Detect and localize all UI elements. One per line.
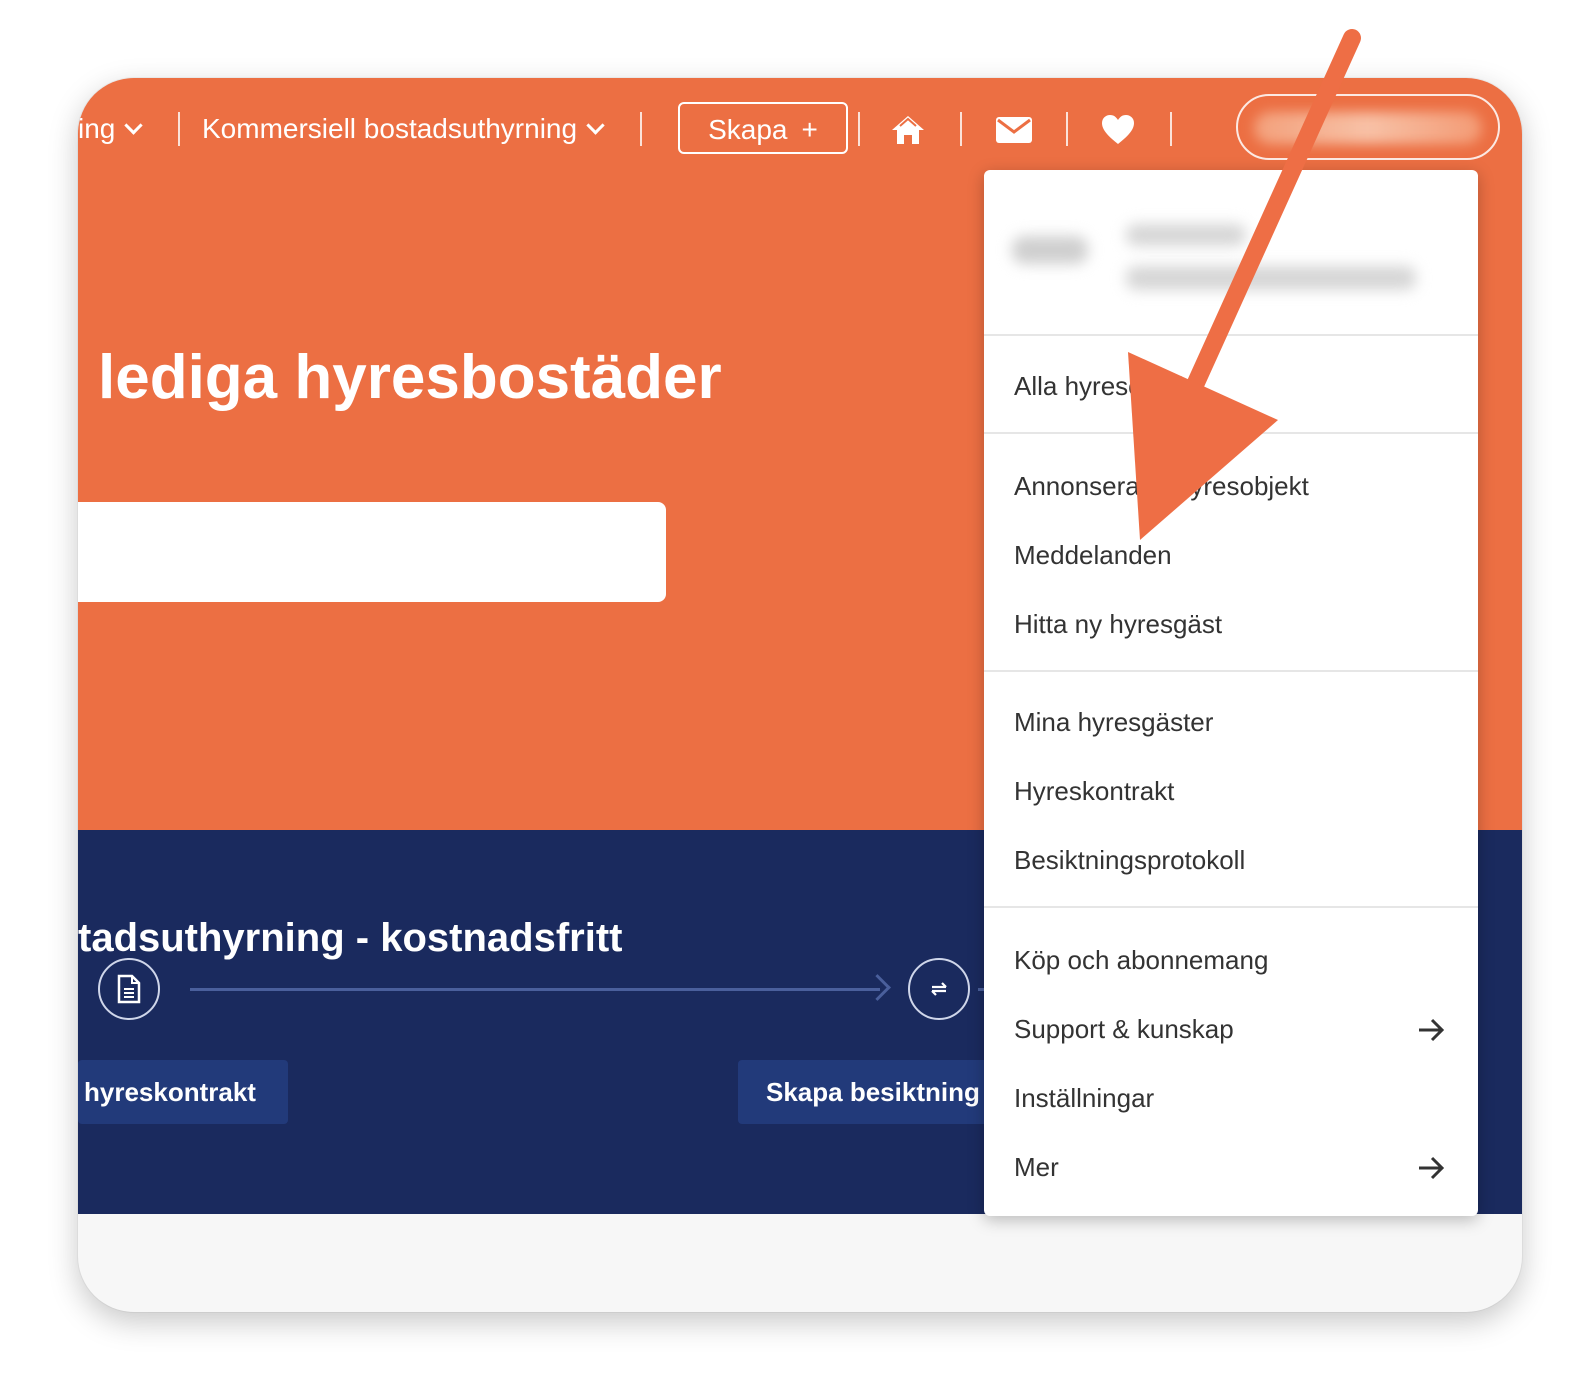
create-button-label: Skapa bbox=[708, 114, 788, 145]
nav-divider bbox=[178, 112, 180, 146]
nav-divider bbox=[1066, 112, 1068, 146]
menu-item-purchases-subscriptions[interactable]: Köp och abonnemang bbox=[984, 930, 1478, 990]
menu-item-my-tenants[interactable]: Mina hyresgäster bbox=[984, 692, 1478, 752]
menu-item-find-tenant[interactable]: Hitta ny hyresgäst bbox=[984, 594, 1478, 654]
menu-item-support-label: Support & kunskap bbox=[1014, 1014, 1234, 1044]
user-dropdown-menu: Alla hyresobjekt Annonserade hyresobjekt… bbox=[984, 170, 1478, 1216]
document-step-icon bbox=[98, 958, 160, 1020]
chevron-down-icon bbox=[124, 116, 144, 135]
blurred-email bbox=[1126, 266, 1416, 290]
chevron-down-icon bbox=[586, 116, 605, 135]
hero-headline: lediga hyresbostäder bbox=[98, 343, 722, 412]
search-input[interactable] bbox=[78, 502, 666, 602]
heart-icon[interactable] bbox=[1098, 112, 1138, 148]
swap-step-icon bbox=[908, 958, 970, 1020]
blurred-name bbox=[1126, 224, 1246, 246]
menu-item-settings[interactable]: Inställningar bbox=[984, 1068, 1478, 1128]
menu-item-more[interactable]: Mer bbox=[984, 1137, 1478, 1197]
nav-item-commercial-label: Kommersiell bostadsuthyrning bbox=[202, 113, 578, 144]
arrow-right-icon bbox=[1419, 1018, 1445, 1042]
menu-divider bbox=[984, 432, 1478, 434]
nav-item-commercial[interactable]: Kommersiell bostadsuthyrning bbox=[202, 112, 605, 146]
home-icon[interactable] bbox=[888, 112, 928, 148]
plus-icon: + bbox=[801, 114, 818, 145]
menu-item-more-label: Mer bbox=[1014, 1152, 1059, 1182]
menu-item-support[interactable]: Support & kunskap bbox=[984, 999, 1478, 1059]
timeline-line bbox=[190, 988, 880, 991]
blurred-avatar bbox=[1012, 236, 1088, 264]
create-button[interactable]: Skapa + bbox=[678, 102, 848, 154]
menu-divider bbox=[984, 906, 1478, 908]
browser-window: tadsuthyrning - kostnadsfritt ing Kommer… bbox=[78, 78, 1522, 1312]
promo-title: tadsuthyrning - kostnadsfritt bbox=[78, 916, 623, 960]
menu-item-advertised-properties[interactable]: Annonserade hyresobjekt bbox=[984, 456, 1478, 516]
menu-item-lease-contracts[interactable]: Hyreskontrakt bbox=[984, 761, 1478, 821]
create-inspection-button[interactable]: Skapa besiktning bbox=[738, 1060, 998, 1124]
menu-user-header bbox=[984, 170, 1478, 336]
create-contract-button[interactable]: hyreskontrakt bbox=[78, 1060, 288, 1124]
nav-divider bbox=[960, 112, 962, 146]
user-menu-button[interactable] bbox=[1236, 94, 1500, 160]
nav-divider bbox=[640, 112, 642, 146]
nav-item-partial[interactable]: ing bbox=[78, 112, 144, 146]
arrow-right-icon bbox=[1419, 1156, 1445, 1180]
menu-item-messages[interactable]: Meddelanden bbox=[984, 525, 1478, 585]
mail-icon[interactable] bbox=[994, 112, 1034, 148]
blurred-username bbox=[1254, 112, 1482, 144]
top-navigation: ing Kommersiell bostadsuthyrning Skapa + bbox=[78, 78, 1522, 178]
menu-item-all-properties[interactable]: Alla hyresobjekt bbox=[984, 356, 1478, 416]
menu-item-inspection-protocol[interactable]: Besiktningsprotokoll bbox=[984, 830, 1478, 890]
nav-item-partial-label: ing bbox=[78, 113, 116, 144]
menu-divider bbox=[984, 670, 1478, 672]
nav-divider bbox=[1170, 112, 1172, 146]
nav-divider bbox=[858, 112, 860, 146]
